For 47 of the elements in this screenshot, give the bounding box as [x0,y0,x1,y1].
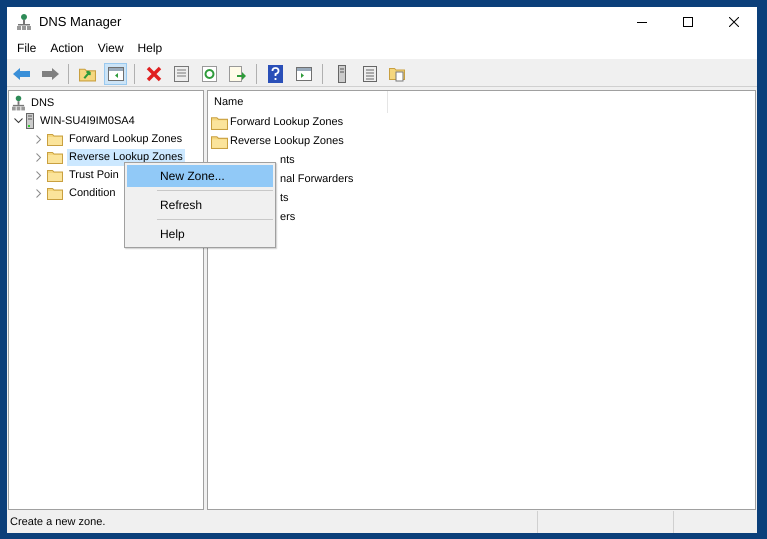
folder-icon [47,168,63,182]
tree-item[interactable]: WIN-SU4I9IM0SA4 [38,112,137,130]
tree-item[interactable]: Forward Lookup Zones [67,130,184,148]
help-icon [268,64,283,82]
server-icon [26,113,34,129]
menu-item[interactable]: File [10,37,44,59]
tree-item[interactable]: Reverse Lookup Zones [67,148,185,166]
folder-icon [211,115,228,130]
list-item[interactable]: ers [280,209,296,226]
list-icon [362,66,376,82]
folder-icon [47,150,63,164]
network-icon [12,95,25,111]
close-icon [729,17,739,27]
tree-item[interactable]: Trust Poin [67,166,121,184]
export-icon [229,66,246,82]
list-item[interactable]: nts [280,152,295,169]
menu-item[interactable]: Help [130,37,170,59]
list-item[interactable]: nal Forwarders [280,171,354,188]
list-item[interactable]: Reverse Lookup Zones [230,133,344,150]
folder-icon [47,132,63,146]
status-text: Create a new zone. [9,514,106,530]
window-title: DNS Manager [39,13,122,32]
back-arrow-icon [12,66,30,80]
maximize-icon [683,17,693,27]
tree-item[interactable]: DNS [29,94,56,112]
network-icon [17,14,31,30]
menu-item[interactable]: Refresh [127,194,273,216]
menu-item[interactable]: Action [43,37,91,59]
properties-icon [174,66,189,82]
console-tree-icon [108,66,124,80]
tree-item[interactable]: Condition [67,184,118,202]
folder-icon [47,186,63,200]
show-action-pane-icon [296,66,312,80]
menu-item[interactable]: Help [127,223,273,245]
console-tree-button[interactable] [104,62,127,84]
menu-item[interactable]: New Zone... [127,165,273,187]
refresh-icon [202,66,217,82]
list-item[interactable]: ts [280,190,289,207]
list-item[interactable]: Forward Lookup Zones [230,114,344,131]
server-icon [338,64,346,82]
delete-icon [146,66,162,82]
column-header[interactable]: Name [208,91,388,113]
forward-arrow-icon [40,66,58,80]
folder-up-icon [79,66,96,82]
menu-item[interactable]: View [90,37,130,59]
folder-document-icon [389,66,406,82]
folder-icon [211,134,228,149]
